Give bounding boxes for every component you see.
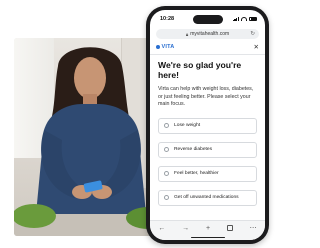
site-header: VITA ✕ — [156, 43, 260, 52]
phone-frame: 10:28 🔒︎ myvitahealth.com ↻ VITA ✕ We're… — [146, 6, 269, 244]
battery-icon — [249, 16, 257, 21]
url-text: myvitahealth.com — [190, 31, 230, 37]
option-label: Feel better, healthier — [174, 171, 219, 177]
radio-icon[interactable] — [164, 123, 169, 129]
more-icon[interactable]: ⋯ — [250, 224, 257, 232]
intro-text: Virta can help with weight loss, diabete… — [158, 86, 254, 108]
forward-arrow-icon[interactable]: → — [182, 225, 189, 232]
background-photo — [14, 38, 166, 236]
plus-icon[interactable]: + — [206, 225, 210, 232]
reload-icon[interactable]: ↻ — [250, 31, 255, 37]
option-label: Lose weight — [174, 123, 201, 129]
phone-notch — [192, 15, 223, 24]
status-indicators — [232, 16, 257, 21]
option-feel-better[interactable]: Feel better, healthier — [158, 165, 257, 182]
tabs-icon[interactable] — [226, 225, 233, 231]
onboarding-content: We're so glad you're here! Virta can hel… — [158, 60, 257, 214]
phone-screen: 10:28 🔒︎ myvitahealth.com ↻ VITA ✕ We're… — [150, 10, 265, 240]
lettuce-left — [14, 204, 56, 228]
face — [74, 57, 106, 99]
option-lose-weight[interactable]: Lose weight — [158, 117, 257, 134]
vita-logo[interactable]: VITA — [156, 44, 175, 50]
radio-icon[interactable] — [164, 147, 169, 153]
home-indicator — [190, 236, 225, 238]
radio-icon[interactable] — [164, 171, 169, 177]
signal-icon — [232, 16, 239, 21]
wifi-icon — [241, 16, 247, 21]
lock-icon: 🔒︎ — [185, 31, 189, 37]
header-divider — [150, 54, 265, 55]
option-get-off-medications[interactable]: Get off unwanted medications — [158, 189, 257, 206]
address-bar[interactable]: 🔒︎ myvitahealth.com ↻ — [156, 29, 259, 39]
option-label: Reverse diabetes — [174, 147, 213, 153]
woman-illustration — [14, 47, 166, 229]
option-label: Get off unwanted medications — [174, 195, 239, 201]
page-title: We're so glad you're here! — [158, 60, 242, 80]
close-icon[interactable]: ✕ — [254, 43, 259, 51]
radio-icon[interactable] — [164, 195, 169, 201]
back-arrow-icon[interactable]: ← — [158, 225, 165, 232]
status-time: 10:28 — [160, 16, 175, 22]
option-reverse-diabetes[interactable]: Reverse diabetes — [158, 141, 257, 158]
